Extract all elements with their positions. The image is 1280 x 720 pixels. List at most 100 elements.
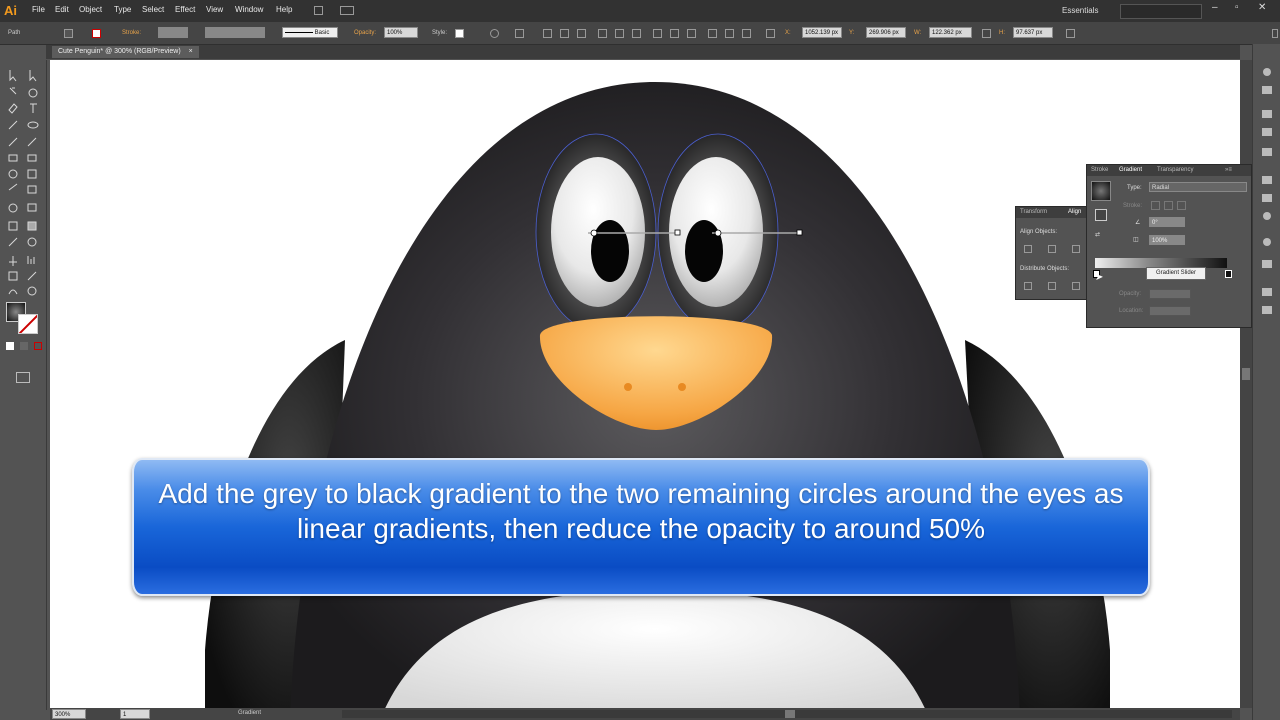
- align-bottom-icon[interactable]: [632, 29, 641, 38]
- gradient-type-select[interactable]: Radial: [1149, 182, 1247, 192]
- opacity-label[interactable]: Opacity:: [354, 30, 376, 36]
- y-field[interactable]: 269.906 px: [866, 27, 906, 38]
- vertical-scrollbar[interactable]: [1240, 60, 1252, 708]
- gradient-thumbnail[interactable]: [1091, 181, 1111, 201]
- eraser-tool-icon: [27, 154, 37, 162]
- distribute-left-icon[interactable]: [708, 29, 717, 38]
- distribute-right-icon[interactable]: [742, 29, 751, 38]
- fill-swatch[interactable]: [64, 29, 73, 38]
- arrange-documents-icon[interactable]: [340, 6, 354, 15]
- stroke-panel-icon: [1262, 176, 1272, 184]
- tab-transform[interactable]: Transform: [1020, 209, 1047, 215]
- distribute-h-center-icon[interactable]: [725, 29, 734, 38]
- panel-align-right-icon[interactable]: [1072, 245, 1080, 253]
- tab-gradient[interactable]: Gradient: [1119, 167, 1142, 173]
- panel-align-left-icon[interactable]: [1024, 245, 1032, 253]
- minimize-icon[interactable]: –: [1212, 2, 1218, 13]
- maximize-icon[interactable]: ▫: [1235, 2, 1239, 13]
- color-mode-icon[interactable]: [6, 342, 14, 350]
- panel-menu-icon[interactable]: »≡: [1225, 167, 1232, 173]
- vertical-scroll-thumb[interactable]: [1242, 368, 1250, 380]
- constrain-proportions-icon[interactable]: [982, 29, 991, 38]
- panel-distribute-bottom-icon[interactable]: [1072, 282, 1080, 290]
- reverse-gradient-icon[interactable]: ⇄: [1095, 231, 1100, 238]
- control-panel-menu-icon[interactable]: [1272, 29, 1278, 38]
- align-to-icon[interactable]: [515, 29, 524, 38]
- tab-align[interactable]: Align: [1068, 209, 1081, 215]
- aspect-ratio-field[interactable]: 100%: [1149, 235, 1185, 245]
- stroke-along-icon[interactable]: [1164, 201, 1173, 210]
- help-search-input[interactable]: [1120, 4, 1202, 19]
- panel-distribute-top-icon[interactable]: [1024, 282, 1032, 290]
- stroke-label[interactable]: Stroke:: [122, 30, 141, 36]
- align-center-h-icon[interactable]: [560, 29, 569, 38]
- workspace-switcher[interactable]: Essentials: [1062, 6, 1098, 15]
- current-tool-status[interactable]: Gradient: [238, 710, 261, 716]
- menu-object[interactable]: Object: [79, 5, 102, 14]
- menu-type[interactable]: Type: [114, 5, 131, 14]
- stop-opacity-field[interactable]: [1149, 289, 1191, 299]
- horizontal-scroll-thumb[interactable]: [785, 710, 795, 718]
- align-top-icon[interactable]: [598, 29, 607, 38]
- document-tab[interactable]: Cute Penguin* @ 300% (RGB/Preview) ×: [52, 46, 199, 58]
- gradient-stop-black[interactable]: [1225, 270, 1232, 278]
- x-field[interactable]: 1052.139 px: [802, 27, 842, 38]
- stroke-weight-field[interactable]: [158, 27, 188, 38]
- swatches-panel-icon: [1262, 110, 1272, 118]
- align-objects-label: Align Objects:: [1020, 229, 1058, 235]
- transform-menu-icon[interactable]: [1066, 29, 1075, 38]
- angle-field[interactable]: 0°: [1149, 217, 1185, 227]
- style-label: Style:: [432, 30, 448, 36]
- artboard-number-field[interactable]: 1: [120, 709, 150, 719]
- horizontal-scrollbar[interactable]: [342, 710, 1232, 718]
- document-tab-close-icon[interactable]: ×: [189, 48, 193, 55]
- panel-distribute-center-icon[interactable]: [1048, 282, 1056, 290]
- distribute-center-icon[interactable]: [670, 29, 679, 38]
- recolor-artwork-icon[interactable]: [490, 29, 499, 38]
- stroke-across-icon[interactable]: [1177, 201, 1186, 210]
- align-right-icon[interactable]: [577, 29, 586, 38]
- angle-icon: ∠: [1135, 220, 1141, 226]
- brush-definition-field[interactable]: Basic: [282, 27, 338, 38]
- tab-stroke[interactable]: Stroke: [1091, 167, 1108, 173]
- align-left-icon[interactable]: [543, 29, 552, 38]
- stop-location-field[interactable]: [1149, 306, 1191, 316]
- opacity-field[interactable]: 100%: [384, 27, 418, 38]
- width-field[interactable]: 122.362 px: [929, 27, 972, 38]
- bridge-icon[interactable]: [314, 6, 323, 15]
- screen-mode-icon[interactable]: [16, 372, 30, 383]
- zoom-field[interactable]: 300%: [52, 709, 86, 719]
- close-window-icon[interactable]: ✕: [1258, 2, 1266, 13]
- tab-transparency[interactable]: Transparency: [1157, 167, 1193, 173]
- menu-effect[interactable]: Effect: [175, 5, 195, 14]
- none-mode-icon[interactable]: [34, 342, 42, 350]
- variable-width-field[interactable]: [205, 27, 265, 38]
- stroke-color-swatch[interactable]: [18, 314, 38, 334]
- reference-point-icon[interactable]: [766, 29, 775, 38]
- stroke-within-icon[interactable]: [1151, 201, 1160, 210]
- distribute-top-icon[interactable]: [653, 29, 662, 38]
- align-center-v-icon[interactable]: [615, 29, 624, 38]
- menu-help[interactable]: Help: [276, 5, 292, 14]
- symbols-panel-icon: [1262, 148, 1272, 156]
- menu-view[interactable]: View: [206, 5, 223, 14]
- gradient-mode-icon[interactable]: [20, 342, 28, 350]
- distribute-bottom-icon[interactable]: [687, 29, 696, 38]
- artboard-canvas[interactable]: [50, 60, 1240, 708]
- fill-stroke-mini-swatch[interactable]: [1095, 209, 1107, 221]
- panel-align-center-icon[interactable]: [1048, 245, 1056, 253]
- style-swatch[interactable]: [455, 29, 464, 38]
- menu-edit[interactable]: Edit: [55, 5, 69, 14]
- artboard-tool-icon: [8, 271, 18, 281]
- tutorial-caption-text: Add the grey to black gradient to the tw…: [158, 478, 1124, 544]
- menu-file[interactable]: File: [32, 5, 45, 14]
- type-tool-icon: [30, 103, 37, 113]
- penguin-artwork[interactable]: [50, 60, 1240, 708]
- stroke-swatch[interactable]: [92, 29, 101, 38]
- ellipse-tool-icon: [27, 121, 39, 129]
- menu-select[interactable]: Select: [142, 5, 164, 14]
- free-transform-tool-icon: [27, 185, 37, 194]
- gradient-slider-tooltip: Gradient Slider: [1146, 267, 1206, 280]
- height-field[interactable]: 97.637 px: [1013, 27, 1053, 38]
- menu-window[interactable]: Window: [235, 5, 263, 14]
